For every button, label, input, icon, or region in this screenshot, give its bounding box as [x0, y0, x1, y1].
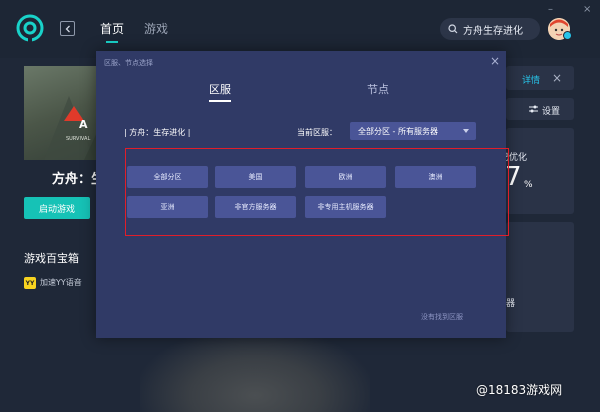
toolbox-item-yy-voice[interactable]: 加速YY语音 — [40, 277, 82, 288]
search-input-value: 方舟生存进化 — [463, 25, 523, 37]
region-not-found-link[interactable]: 没有找到区服 — [421, 312, 463, 322]
region-option-asia[interactable]: 亚洲 — [127, 196, 208, 218]
search-input[interactable]: 方舟生存进化 — [440, 18, 540, 40]
region-option-europe[interactable]: 欧洲 — [305, 166, 386, 188]
top-bar: 首页 游戏 方舟生存进化 – × — [0, 0, 600, 58]
app-logo-icon — [16, 14, 44, 42]
settings-card[interactable] — [506, 98, 574, 120]
game-cover-subtitle: SURVIVAL — [66, 136, 91, 142]
details-link[interactable]: 详情 — [522, 73, 540, 86]
vip-badge-icon — [563, 31, 572, 40]
watermark: @18183游戏网 — [476, 383, 563, 397]
region-option-australia[interactable]: 澳洲 — [395, 166, 476, 188]
chevron-left-icon — [65, 25, 70, 32]
tab-home[interactable]: 首页 — [100, 20, 124, 43]
minimize-button[interactable]: – — [548, 4, 553, 15]
region-options-highlight — [125, 148, 509, 236]
region-option-all[interactable]: 全部分区 — [127, 166, 208, 188]
toolbox-title: 游戏百宝箱 — [24, 252, 79, 265]
back-button[interactable] — [60, 21, 75, 36]
region-option-non-dedicated[interactable]: 非专用主机服务器 — [305, 196, 386, 218]
info-card-partial-text: 器 — [506, 299, 516, 309]
settings-label[interactable]: 设置 — [542, 104, 560, 117]
optimize-percent-sign: % — [524, 180, 533, 190]
start-game-button[interactable]: 启动游戏 — [24, 197, 90, 219]
dialog-caption: 区服、节点选择 — [104, 59, 153, 67]
info-card — [506, 222, 574, 332]
yy-icon[interactable]: YY — [24, 277, 36, 289]
close-details-button[interactable]: × — [552, 71, 562, 85]
region-option-unofficial[interactable]: 非官方服务器 — [215, 196, 296, 218]
tab-games[interactable]: 游戏 — [144, 20, 168, 37]
region-node-dialog: 区服、节点选择 × 区服 节点 | 方舟：生存进化 | 当前区服： 全部分区 -… — [96, 51, 509, 338]
search-icon — [448, 24, 458, 34]
current-region-label: 当前区服： — [297, 128, 337, 137]
background-artwork — [140, 330, 370, 412]
dialog-game-name: | 方舟：生存进化 | — [124, 128, 191, 137]
region-select[interactable]: 全部分区 - 所有服务器 — [350, 122, 476, 140]
close-window-button[interactable]: × — [583, 4, 591, 15]
chevron-down-icon — [463, 129, 469, 133]
region-option-usa[interactable]: 美国 — [215, 166, 296, 188]
region-select-value: 全部分区 - 所有服务器 — [358, 126, 438, 136]
tab-region[interactable]: 区服 — [209, 81, 231, 102]
tab-node[interactable]: 节点 — [367, 81, 389, 97]
settings-sliders-icon — [529, 105, 538, 113]
dialog-close-button[interactable]: × — [490, 54, 500, 68]
